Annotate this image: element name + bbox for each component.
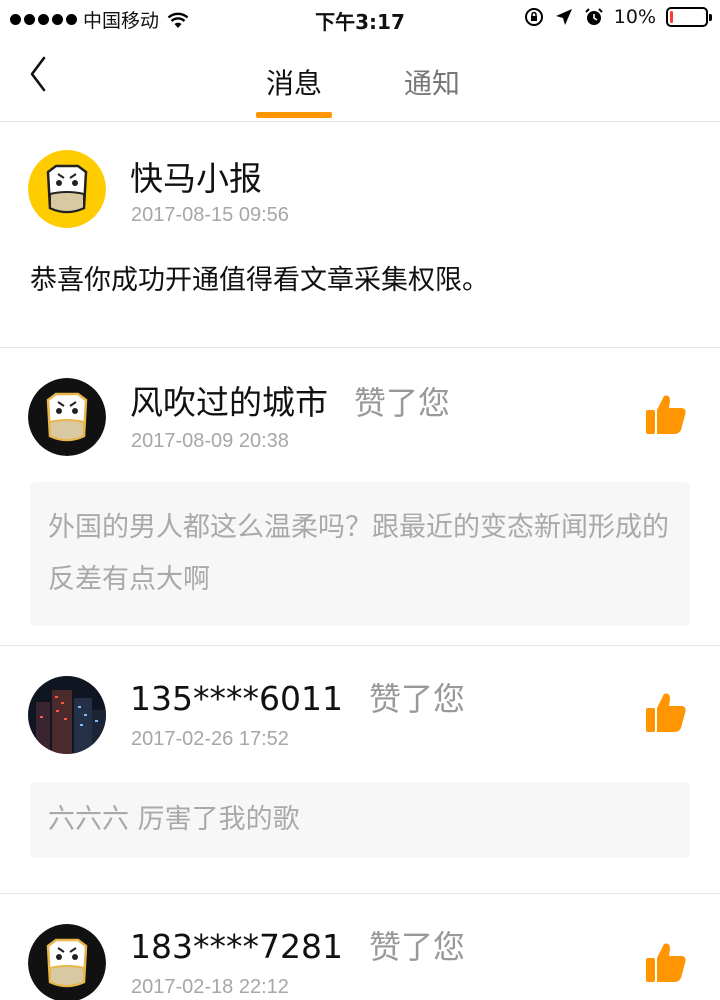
sender-name: 快马小报 [130,152,262,200]
list-item[interactable]: 风吹过的城市 赞了您 2017-08-09 20:38 外国的男人都这么温柔吗？跟… [0,348,720,646]
horse-logo-icon [28,378,106,456]
location-arrow-icon [555,9,572,25]
sender-name: 风吹过的城市 赞了您 [130,376,450,424]
sender-name-text: 快马小报 [130,159,262,198]
action-label: 赞了您 [368,928,465,966]
sender-name: 135****6011 赞了您 [130,674,465,720]
message-text: 恭喜你成功开通值得看文章采集权限。 [30,265,489,296]
active-tab-indicator [256,112,332,118]
status-bar: 中国移动 下午3:17 10% [0,0,720,38]
horse-logo-icon [28,150,106,228]
avatar[interactable] [28,378,106,456]
action-label: 赞了您 [354,384,451,422]
lock-rotation-icon [524,8,543,26]
tab-notifications[interactable]: 通知 [404,62,460,102]
city-night-photo [28,676,106,754]
battery-level [670,11,673,23]
thumbs-up-icon[interactable] [644,940,688,984]
battery-icon [666,7,712,27]
message-time: 2017-08-15 09:56 [131,204,289,226]
tab-messages[interactable]: 消息 [266,62,322,102]
quoted-comment[interactable]: 外国的男人都这么温柔吗？跟最近的变态新闻形成的反差有点大啊 [30,482,690,626]
sender-name-text: 135****6011 [130,679,343,718]
avatar[interactable] [28,676,106,754]
list-item[interactable]: 135****6011 赞了您 2017-02-26 17:52 六六六 厉害了我… [0,646,720,894]
list-item[interactable]: 快马小报 2017-08-15 09:56 恭喜你成功开通值得看文章采集权限。 [0,122,720,348]
avatar[interactable] [28,924,106,1000]
thumbs-up-icon[interactable] [644,392,688,436]
list-item[interactable]: 183****7281 赞了您 2017-02-18 22:12 [0,894,720,1000]
status-right: 10% [524,6,712,28]
alarm-icon [585,8,603,25]
thumbs-up-icon[interactable] [644,690,688,734]
quoted-comment[interactable]: 六六六 厉害了我的歌 [30,782,690,858]
sender-name: 183****7281 赞了您 [130,922,465,968]
battery-percent: 10% [613,6,656,28]
action-label: 赞了您 [368,680,465,718]
message-time: 2017-02-18 22:12 [131,976,289,998]
nav-bar: 消息 通知 [0,38,720,122]
sender-name-text: 风吹过的城市 [130,383,328,422]
message-time: 2017-02-26 17:52 [131,728,289,750]
message-time: 2017-08-09 20:38 [131,430,289,452]
chevron-left-icon[interactable] [20,52,60,96]
avatar[interactable] [28,150,106,228]
sender-name-text: 183****7281 [130,927,343,966]
horse-logo-icon [28,924,106,1000]
